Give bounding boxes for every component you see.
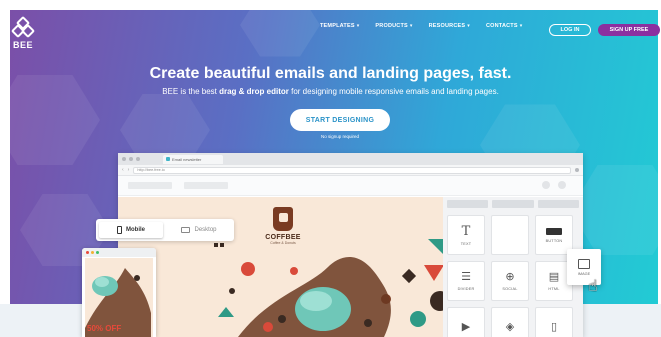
editor-browser-window: Email newsletter ‹ › http://bee.free.io … bbox=[118, 153, 583, 337]
signup-button[interactable]: SIGN UP FREE bbox=[598, 24, 660, 36]
window-dot bbox=[96, 251, 99, 254]
save-icon[interactable] bbox=[558, 181, 566, 189]
window-dot bbox=[86, 251, 89, 254]
top-nav: TEMPLATES ▾ PRODUCTS ▾ RESOURCES ▾ CONTACTS… bbox=[320, 23, 522, 29]
mobile-preview-titlebar bbox=[82, 248, 156, 257]
chevron-down-icon: ▾ bbox=[409, 23, 413, 29]
gif-icon: ◈ bbox=[505, 320, 515, 333]
block-document[interactable]: ▯ bbox=[535, 307, 573, 337]
bee-logo[interactable]: BEE bbox=[10, 15, 36, 50]
nav-products[interactable]: PRODUCTS ▾ bbox=[375, 23, 412, 29]
phone-icon bbox=[117, 226, 122, 234]
login-button[interactable]: LOG IN bbox=[549, 24, 591, 36]
window-dot bbox=[122, 157, 126, 161]
nav-templates[interactable]: TEMPLATES ▾ bbox=[320, 23, 359, 29]
window-dot bbox=[91, 251, 94, 254]
hero-subheadline: BEE is the best drag & drop editor for d… bbox=[162, 87, 499, 96]
window-dot bbox=[129, 157, 133, 161]
coffee-cup-icon bbox=[273, 207, 293, 231]
video-icon: ▶ bbox=[461, 320, 471, 333]
block-divider[interactable]: ☰ DIVIDER bbox=[447, 261, 485, 301]
nav-resources[interactable]: RESOURCES ▾ bbox=[429, 23, 470, 29]
hand-cursor-icon: ☝ bbox=[588, 278, 598, 295]
back-icon[interactable]: ‹ bbox=[122, 167, 124, 173]
forward-icon[interactable]: › bbox=[128, 167, 130, 173]
tab-rows[interactable] bbox=[492, 200, 534, 208]
tab-content[interactable] bbox=[447, 200, 489, 208]
hero-headline: Create beautiful emails and landing page… bbox=[149, 65, 512, 82]
chevron-down-icon: ▾ bbox=[519, 23, 523, 29]
text-icon: T bbox=[461, 223, 471, 239]
hex-decoration bbox=[10, 75, 100, 165]
content-blocks-panel: T TEXT BUTTON ☰ DIVIDER ⊕ SOCIAL ▤ HTML … bbox=[443, 197, 583, 337]
menu-icon[interactable] bbox=[575, 168, 579, 172]
browser-tab[interactable]: Email newsletter bbox=[163, 154, 223, 164]
content-block-grid: T TEXT BUTTON ☰ DIVIDER ⊕ SOCIAL ▤ HTML … bbox=[447, 215, 573, 337]
button-icon bbox=[546, 227, 562, 235]
toolbar-control[interactable] bbox=[128, 182, 172, 189]
browser-urlbar: ‹ › http://bee.free.io bbox=[118, 165, 583, 176]
chevron-down-icon: ▾ bbox=[467, 23, 470, 29]
block-text[interactable]: T TEXT bbox=[447, 215, 485, 255]
nav-contacts[interactable]: CONTACTS ▾ bbox=[486, 23, 522, 29]
coffee-splash-image bbox=[214, 237, 443, 337]
panel-tabs bbox=[443, 197, 583, 211]
editor-toolbar bbox=[118, 176, 583, 196]
chevron-down-icon: ▾ bbox=[356, 23, 360, 29]
window-dot bbox=[136, 157, 140, 161]
block-empty[interactable] bbox=[491, 215, 529, 255]
document-icon: ▯ bbox=[550, 320, 558, 333]
tab-settings[interactable] bbox=[537, 200, 579, 208]
divider-icon: ☰ bbox=[461, 270, 471, 283]
image-icon bbox=[578, 258, 590, 269]
mobile-preview: 50% OFF bbox=[82, 248, 156, 337]
desktop-toggle[interactable]: Desktop bbox=[167, 222, 231, 238]
social-icon: ⊕ bbox=[505, 270, 515, 283]
favicon-icon bbox=[166, 157, 170, 161]
email-canvas[interactable]: COFFBEE Coffee & Donuts bbox=[118, 197, 443, 337]
start-designing-button[interactable]: START DESIGNING bbox=[290, 109, 390, 131]
monitor-icon bbox=[181, 227, 191, 233]
cta-note: No signup required bbox=[320, 134, 360, 139]
browser-titlebar: Email newsletter bbox=[118, 153, 583, 165]
html-icon: ▤ bbox=[548, 270, 560, 283]
mobile-email-body: 50% OFF bbox=[85, 258, 153, 337]
block-social[interactable]: ⊕ SOCIAL bbox=[491, 261, 529, 301]
url-input[interactable]: http://bee.free.io bbox=[133, 166, 571, 174]
hex-decoration bbox=[570, 165, 658, 255]
block-video[interactable]: ▶ bbox=[447, 307, 485, 337]
device-switch: Mobile Desktop bbox=[96, 219, 234, 241]
block-gif[interactable]: ◈ bbox=[491, 307, 529, 337]
offer-text: 50% OFF bbox=[87, 324, 122, 333]
mobile-toggle[interactable]: Mobile bbox=[99, 222, 163, 238]
bee-logo-icon bbox=[10, 15, 36, 39]
hex-decoration bbox=[240, 10, 320, 57]
brand-name: BEE bbox=[12, 40, 33, 50]
preview-icon[interactable] bbox=[542, 181, 550, 189]
toolbar-control[interactable] bbox=[184, 182, 228, 189]
